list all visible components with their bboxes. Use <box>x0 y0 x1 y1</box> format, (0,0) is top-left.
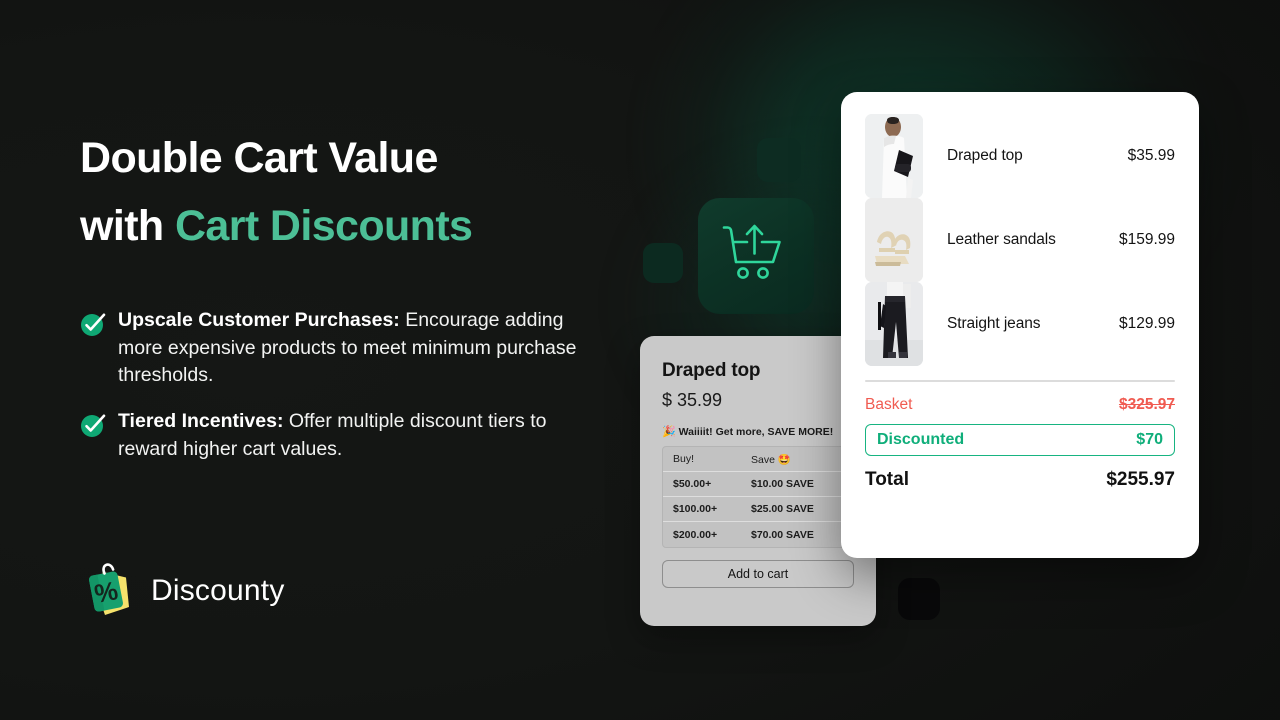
headline-line-1: Double Cart Value <box>80 134 438 182</box>
check-circle-icon <box>80 311 107 338</box>
basket-row: Basket $325.97 <box>865 396 1175 414</box>
discount-amount: $70 <box>1136 431 1163 448</box>
divider <box>865 380 1175 382</box>
brand-lockup: % Discounty <box>80 558 285 624</box>
cart-summary-card: Draped top $35.99 Leather sandals $159.9… <box>841 92 1199 558</box>
page-title: Double Cart Value with Cart Discounts <box>80 125 610 261</box>
cart-item-name: Draped top <box>947 147 1023 164</box>
decorative-square-top <box>757 138 801 182</box>
promo-banner: 🎉 Waiiiit! Get more, SAVE MORE! <box>662 425 854 438</box>
discount-tag-icon: % <box>80 558 138 624</box>
feature-list: Upscale Customer Purchases: Encourage ad… <box>80 307 595 481</box>
decorative-square-left <box>643 243 683 283</box>
cart-item-price: $129.99 <box>1118 315 1175 332</box>
list-item[interactable]: Draped top $35.99 <box>865 114 1175 198</box>
cart-item-price: $159.99 <box>1118 231 1175 248</box>
cart-upload-icon-tile <box>698 198 814 314</box>
product-price: $ 35.99 <box>662 390 723 410</box>
promo-text: Waiiiit! Get more, SAVE MORE! <box>678 426 834 438</box>
party-popper-icon: 🎉 <box>662 426 676 438</box>
cart-item-price: $35.99 <box>1127 147 1175 164</box>
hero-column: Double Cart Value with Cart Discounts Up… <box>80 0 610 720</box>
basket-label: Basket <box>865 396 913 413</box>
tier-saving: $10.00 SAVE <box>751 478 814 490</box>
add-to-cart-button[interactable]: Add to cart <box>662 560 854 588</box>
list-item-title: Upscale Customer Purchases: <box>118 309 400 331</box>
basket-amount: $325.97 <box>1118 396 1175 413</box>
cart-upload-icon <box>722 224 781 279</box>
tier-threshold: $50.00+ <box>673 478 712 490</box>
headline-line-2-accent: Cart Discounts <box>174 201 473 250</box>
list-item: Upscale Customer Purchases: Encourage ad… <box>80 307 595 390</box>
tier-threshold: $200.00+ <box>673 528 718 541</box>
straight-jeans-thumbnail <box>865 282 923 366</box>
tier-threshold: $100.00+ <box>673 503 718 515</box>
list-item-text: Tiered Incentives: Offer multiple discou… <box>118 408 595 463</box>
check-circle-icon <box>80 412 107 439</box>
total-row: Total $255.97 <box>865 469 1175 491</box>
discount-row: Discounted $70 <box>865 424 1175 456</box>
product-title: Draped top <box>662 360 761 381</box>
column-header-save: Save 🤩 <box>751 453 791 466</box>
decorative-square-bottom <box>898 578 940 620</box>
list-item[interactable]: Straight jeans $129.99 <box>865 282 1175 366</box>
cart-item-name: Leather sandals <box>947 231 1056 248</box>
discount-label: Discounted <box>877 431 965 448</box>
list-item-text: Upscale Customer Purchases: Encourage ad… <box>118 307 595 390</box>
draped-top-thumbnail <box>865 114 923 198</box>
headline-line-2-plain: with <box>80 201 175 250</box>
list-item[interactable]: Leather sandals $159.99 <box>865 198 1175 282</box>
tier-saving: $25.00 SAVE <box>751 503 814 515</box>
list-item: Tiered Incentives: Offer multiple discou… <box>80 408 595 463</box>
total-amount: $255.97 <box>1106 469 1175 490</box>
leather-sandals-thumbnail <box>865 198 923 282</box>
column-header-buy: Buy! <box>673 453 695 465</box>
brand-name: Discounty <box>151 574 285 607</box>
tier-saving: $70.00 SAVE <box>751 528 814 541</box>
cart-item-name: Straight jeans <box>947 315 1041 332</box>
total-label: Total <box>865 469 909 490</box>
list-item-title: Tiered Incentives: <box>118 410 284 433</box>
